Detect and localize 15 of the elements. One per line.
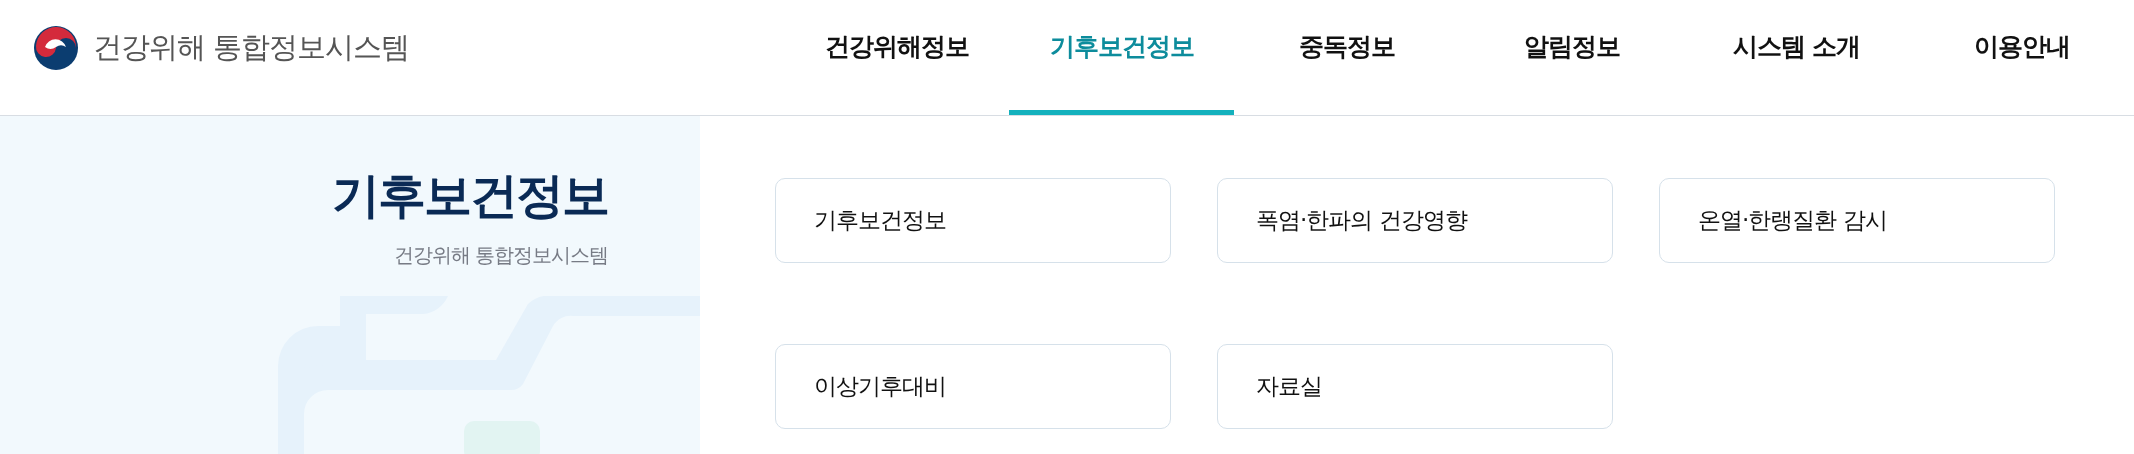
nav-tab[interactable]: 알림정보 bbox=[1459, 0, 1684, 115]
menu-card[interactable]: 자료실 bbox=[1217, 344, 1613, 429]
emblem-icon bbox=[33, 25, 79, 71]
menu-card[interactable]: 기후보건정보 bbox=[775, 178, 1171, 263]
menu-card[interactable]: 폭염·한파의 건강영향 bbox=[1217, 178, 1613, 263]
section-subtitle: 건강위해 통합정보시스템 bbox=[393, 242, 608, 269]
section-title: 기후보건정보 bbox=[332, 166, 608, 225]
nav-tab[interactable]: 건강위해정보 bbox=[784, 0, 1009, 115]
nav-tab[interactable]: 이용안내 bbox=[1909, 0, 2134, 115]
nav-tab[interactable]: 중독정보 bbox=[1234, 0, 1459, 115]
menu-card[interactable]: 이상기후대비 bbox=[775, 344, 1171, 429]
menu-card[interactable]: 온열·한랭질환 감시 bbox=[1659, 178, 2055, 263]
nav-tab[interactable]: 시스템 소개 bbox=[1684, 0, 1909, 115]
nav-tab[interactable]: 기후보건정보 bbox=[1009, 0, 1234, 115]
site-title: 건강위해 통합정보시스템 bbox=[93, 29, 410, 66]
